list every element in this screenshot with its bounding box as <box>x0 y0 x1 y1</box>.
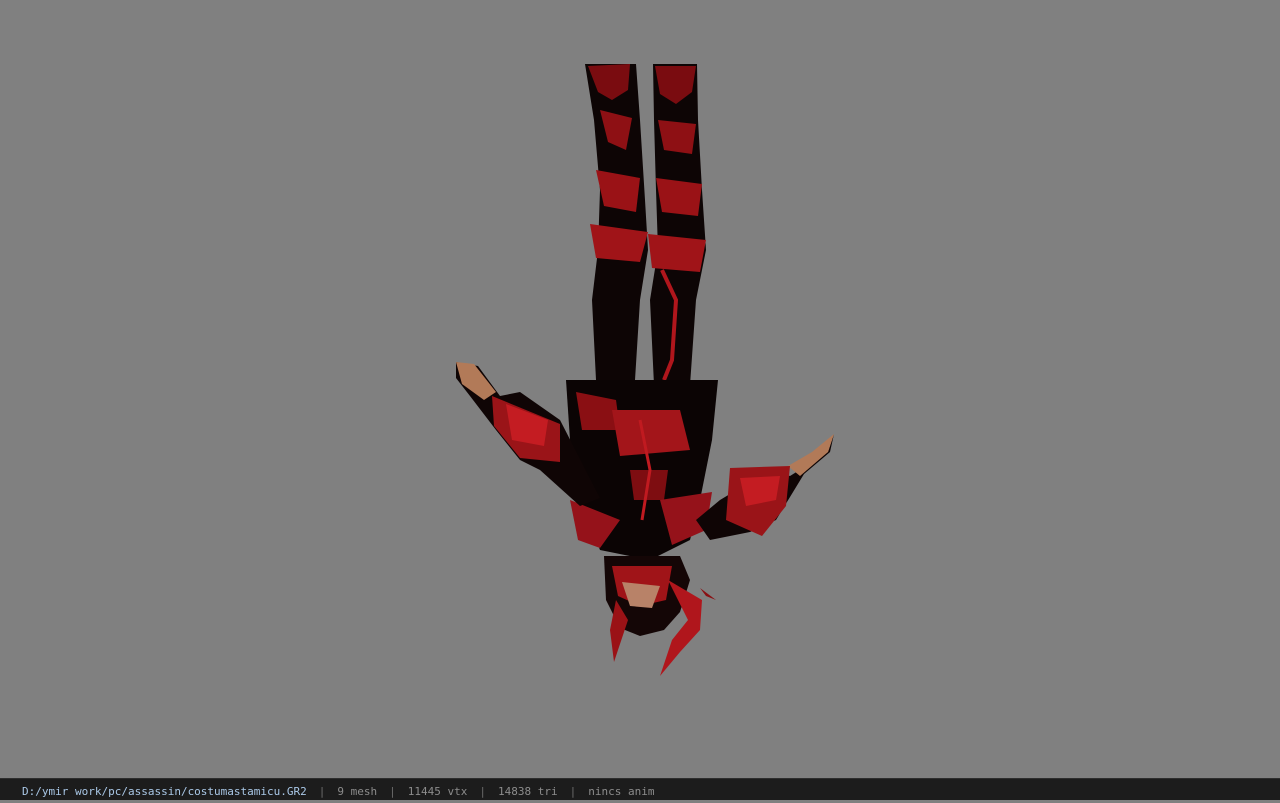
status-separator: | <box>318 785 326 798</box>
model-head <box>604 556 716 676</box>
status-separator: | <box>389 785 396 798</box>
triangle-count-label: 14838 tri <box>498 785 558 798</box>
status-separator: | <box>479 785 487 798</box>
3d-viewport[interactable] <box>0 0 1280 778</box>
model-arm-right <box>696 434 834 540</box>
status-separator: | <box>569 785 577 798</box>
animation-status-label: nincs anim <box>588 785 655 798</box>
mesh-count-label: 9 mesh <box>337 785 378 798</box>
vertex-count-label: 11445 vtx <box>407 785 468 798</box>
model-legs <box>585 64 706 395</box>
file-path-label: D:/ymir work/pc/assassin/costumastamicu.… <box>22 785 307 798</box>
character-model <box>456 64 834 676</box>
model-torso <box>566 380 718 560</box>
status-bar: D:/ymir work/pc/assassin/costumastamicu.… <box>0 778 1280 800</box>
